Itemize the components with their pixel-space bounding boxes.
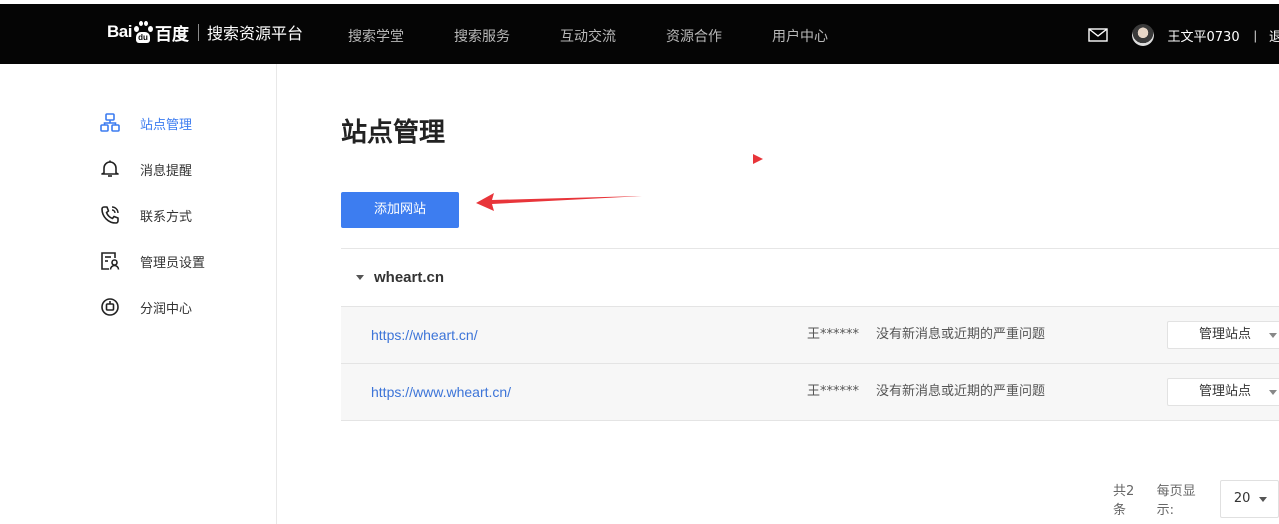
- site-group-name: wheart.cn: [374, 269, 445, 286]
- admin-settings-icon: [101, 252, 120, 270]
- sidebar-item-site-manage[interactable]: 站点管理: [100, 112, 192, 134]
- site-status: 没有新消息或近期的严重问题: [876, 384, 1046, 399]
- avatar[interactable]: [1131, 24, 1154, 46]
- logo-text-bai: Bai: [107, 22, 132, 41]
- per-page-label: 每页显示:: [1156, 484, 1196, 518]
- logo-text-baidu: 百度: [154, 24, 189, 45]
- user-area: 王文平0730 | 退出: [1087, 0, 1279, 64]
- page-title: 站点管理: [341, 118, 446, 148]
- site-manage-icon: [100, 113, 120, 132]
- manage-site-label: 管理站点: [1199, 327, 1252, 342]
- username[interactable]: 王文平0730: [1168, 26, 1240, 45]
- logo-text-du: du: [135, 32, 150, 43]
- nav-item-learning[interactable]: 搜索学堂: [348, 0, 404, 64]
- site-owner: 王******: [807, 384, 860, 399]
- manage-site-label: 管理站点: [1199, 384, 1252, 399]
- bell-icon: [101, 160, 119, 177]
- pagination: 共2条 每页显示: 20: [1113, 480, 1279, 518]
- chevron-down-icon: [1269, 390, 1277, 395]
- main-nav: 搜索学堂 搜索服务 互动交流 资源合作 用户中心: [348, 0, 878, 64]
- user-divider: |: [1253, 27, 1257, 43]
- revenue-share-icon: [101, 298, 119, 316]
- sidebar-item-messages[interactable]: 消息提醒: [100, 158, 192, 180]
- top-navbar: Bai du 百度 搜索资源平台 搜索学堂 搜索服务 互动交流 资源合作 用户中…: [0, 0, 1279, 64]
- nav-item-services[interactable]: 搜索服务: [454, 0, 510, 64]
- add-site-button[interactable]: 添加网站: [341, 192, 459, 228]
- platform-name: 搜索资源平台: [206, 24, 303, 43]
- page-size-value: 20: [1233, 491, 1251, 506]
- nav-item-community[interactable]: 互动交流: [560, 0, 616, 64]
- site-url-link[interactable]: https://www.wheart.cn/: [371, 364, 511, 420]
- site-url-link[interactable]: https://wheart.cn/: [371, 307, 478, 363]
- total-count: 共2条: [1113, 484, 1135, 518]
- sidebar-item-admin-settings[interactable]: 管理员设置: [100, 250, 205, 272]
- table-row: https://www.wheart.cn/ 王****** 没有新消息或近期的…: [341, 363, 1279, 420]
- manage-site-dropdown[interactable]: 管理站点: [1167, 378, 1279, 406]
- table-bottom-border: [341, 420, 1279, 421]
- table-row: https://wheart.cn/ 王****** 没有新消息或近期的严重问题…: [341, 306, 1279, 363]
- sidebar-label-messages: 消息提醒: [140, 163, 193, 179]
- annotation-marker: [753, 154, 763, 164]
- sidebar-item-contact[interactable]: 联系方式: [100, 204, 192, 226]
- sidebar-item-revenue[interactable]: 分润中心: [100, 296, 192, 318]
- site-group-header[interactable]: wheart.cn: [341, 249, 1279, 306]
- sidebar-label-site-manage: 站点管理: [140, 117, 193, 133]
- logout-link[interactable]: 退出: [1269, 26, 1279, 45]
- logo-divider: [197, 23, 199, 41]
- collapse-caret-icon[interactable]: [356, 275, 364, 280]
- nav-item-cooperation[interactable]: 资源合作: [666, 0, 722, 64]
- sidebar-label-revenue: 分润中心: [140, 301, 193, 317]
- site-owner: 王******: [807, 327, 860, 342]
- phone-icon: [101, 206, 119, 224]
- mail-icon[interactable]: [1087, 28, 1108, 42]
- site-status: 没有新消息或近期的严重问题: [876, 327, 1046, 342]
- page-size-select[interactable]: 20: [1219, 480, 1279, 518]
- manage-site-dropdown[interactable]: 管理站点: [1167, 321, 1279, 349]
- sidebar-label-admin-settings: 管理员设置: [140, 255, 206, 271]
- nav-item-user-center[interactable]: 用户中心: [772, 0, 828, 64]
- chevron-down-icon: [1258, 497, 1267, 502]
- baidu-logo[interactable]: Bai du 百度 搜索资源平台: [107, 17, 303, 47]
- sidebar: 站点管理 消息提醒 联系方式 管理员设置 分润中心: [0, 64, 277, 524]
- chevron-down-icon: [1269, 333, 1277, 338]
- paw-logo-icon: du: [133, 21, 153, 43]
- sidebar-label-contact: 联系方式: [140, 209, 193, 225]
- top-white-strip: [0, 0, 1279, 4]
- annotation-arrow: [476, 193, 642, 211]
